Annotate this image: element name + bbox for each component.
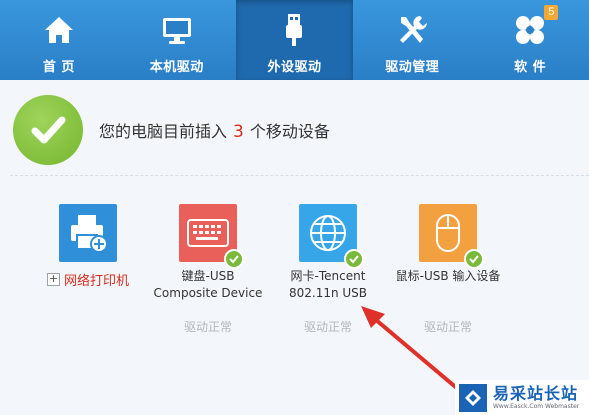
divider: [10, 175, 589, 176]
status-check-icon: [13, 95, 83, 165]
nav-software[interactable]: 软 件 5: [471, 0, 589, 80]
watermark: 易采站长站 Www.Easck.Com Webmaster: [455, 380, 589, 415]
watermark-logo-icon: [459, 383, 487, 412]
device-mouse[interactable]: 鼠标-USB 输入设备 驱动正常: [378, 204, 518, 334]
network-card-name: 网卡-Tencent 802.11n USB: [258, 268, 398, 302]
status-suffix: 个移动设备: [249, 122, 330, 141]
device-network-printer[interactable]: + 网络打印机: [18, 204, 158, 289]
keyboard-name-line2: Composite Device: [153, 286, 263, 300]
keyboard-driver-status: 驱动正常: [183, 320, 232, 334]
driver-ok-icon: [344, 249, 364, 269]
keyboard-name-line1: 键盘-USB: [181, 269, 235, 283]
add-network-printer-link[interactable]: + 网络打印机: [46, 270, 129, 289]
mouse-name-line1: 鼠标-USB 输入设备: [395, 269, 501, 283]
nav-software-label: 软 件: [514, 60, 547, 75]
driver-ok-icon: [224, 249, 244, 269]
mouse-tile[interactable]: [419, 204, 484, 269]
home-icon: [44, 17, 73, 43]
nav-driver-management-label: 驱动管理: [385, 60, 440, 75]
printer-icon: [71, 215, 108, 253]
device-count: 3: [233, 122, 244, 142]
device-status: 您的电脑目前插入 3 个移动设备: [13, 95, 330, 165]
status-message: 您的电脑目前插入 3 个移动设备: [99, 118, 330, 142]
nav-home-label: 首 页: [42, 60, 75, 75]
nav-peripheral-drivers-label: 外设驱动: [267, 60, 322, 75]
usb-icon: [286, 14, 303, 46]
keyboard-name: 键盘-USB Composite Device: [138, 268, 278, 302]
keyboard-icon: [187, 219, 229, 247]
tools-icon: [400, 16, 428, 43]
driver-ok-icon: [464, 249, 484, 269]
mouse-name: 鼠标-USB 输入设备: [378, 268, 518, 285]
globe-icon: [310, 215, 346, 251]
status-prefix: 您的电脑目前插入: [99, 122, 228, 141]
nav-local-drivers[interactable]: 本机驱动: [118, 0, 236, 80]
network-printer-label: 网络打印机: [63, 274, 129, 289]
apps-icon: [516, 16, 545, 44]
nav-local-drivers-label: 本机驱动: [149, 60, 204, 75]
printer-tile[interactable]: [59, 204, 117, 262]
plus-icon: +: [46, 272, 60, 286]
watermark-url: Www.Easck.Com Webmaster: [493, 402, 580, 410]
nav-peripheral-drivers[interactable]: 外设驱动: [235, 0, 354, 80]
monitor-icon: [162, 18, 191, 44]
network-card-name-line1: 网卡-Tencent: [290, 269, 366, 283]
keyboard-tile[interactable]: [179, 204, 244, 269]
nav-home[interactable]: 首 页: [0, 0, 118, 80]
watermark-title: 易采站长站: [493, 383, 579, 403]
nav-driver-management[interactable]: 驱动管理: [353, 0, 471, 80]
device-network-card[interactable]: 网卡-Tencent 802.11n USB 驱动正常: [258, 204, 398, 334]
network-card-tile[interactable]: [299, 204, 364, 269]
device-keyboard[interactable]: 键盘-USB Composite Device 驱动正常: [138, 204, 278, 334]
update-count-badge: 5: [544, 5, 559, 20]
top-nav: 首 页 本机驱动 外设驱动 驱动管理 软 件 5: [0, 0, 589, 80]
mouse-icon: [436, 214, 460, 252]
